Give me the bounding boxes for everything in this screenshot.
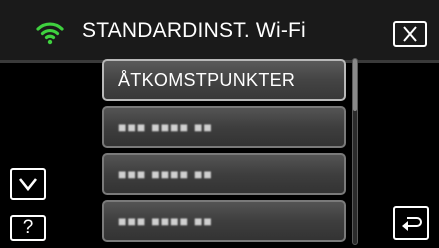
page-title: STANDARDINST. Wi-Fi — [82, 19, 306, 42]
close-icon — [403, 26, 417, 42]
menu-item-2[interactable]: ■■■ ■■■■ ■■ — [102, 106, 346, 148]
wifi-icon — [36, 22, 64, 45]
scroll-down-button[interactable] — [10, 168, 46, 200]
scrollbar-thumb[interactable] — [353, 59, 357, 111]
help-icon: ? — [22, 217, 34, 238]
menu-item-access-points[interactable]: ÅTKOMSTPUNKTER — [102, 59, 346, 101]
header-bar: STANDARDINST. Wi-Fi — [0, 0, 439, 60]
back-button[interactable] — [393, 206, 429, 240]
menu-item-4[interactable]: ■■■ ■■■■ ■■ — [102, 200, 346, 242]
chevron-down-icon — [18, 178, 38, 192]
scrollbar[interactable] — [352, 58, 358, 245]
menu-item-label: ÅTKOMSTPUNKTER — [118, 69, 296, 90]
help-button[interactable]: ? — [10, 215, 46, 241]
close-button[interactable] — [393, 21, 427, 47]
wifi-settings-screen: STANDARDINST. Wi-Fi ÅTKOMSTPUNKTER ■■■ ■… — [0, 0, 439, 248]
menu-item-label: ■■■ ■■■■ ■■ — [118, 213, 213, 229]
menu-item-3[interactable]: ■■■ ■■■■ ■■ — [102, 153, 346, 195]
menu-item-label: ■■■ ■■■■ ■■ — [118, 166, 213, 182]
menu-item-label: ■■■ ■■■■ ■■ — [118, 119, 213, 135]
return-arrow-icon — [402, 217, 422, 231]
